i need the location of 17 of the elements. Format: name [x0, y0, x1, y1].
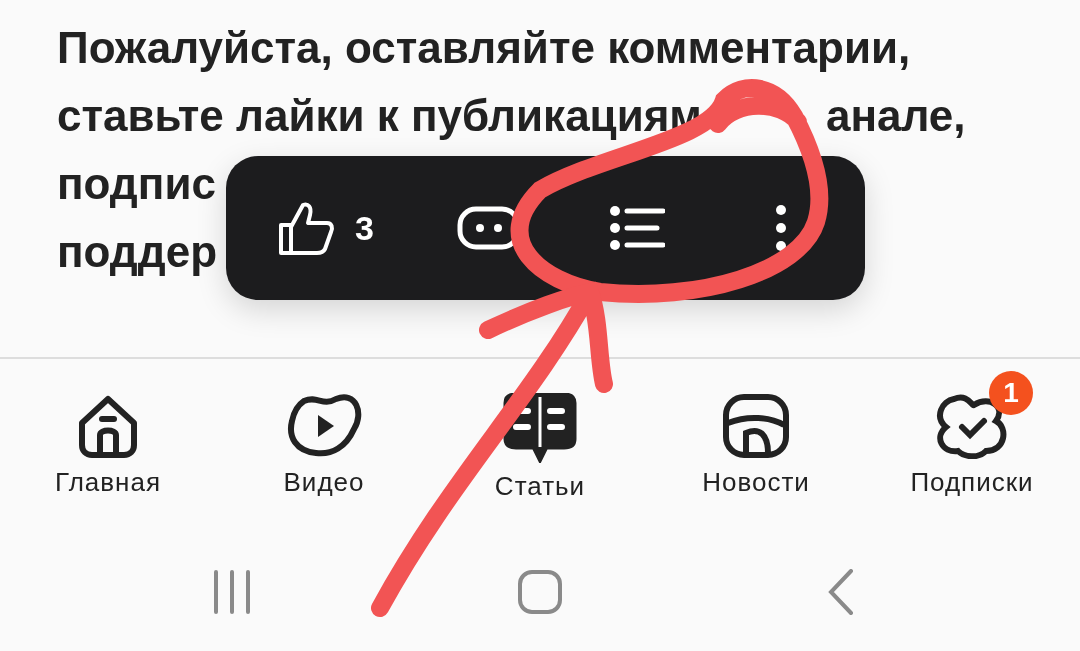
home-icon[interactable] [516, 569, 563, 615]
nav-tab[interactable]: Главная [0, 359, 216, 529]
nav-tab[interactable]: Видео [216, 359, 432, 529]
more-icon[interactable] [773, 203, 788, 253]
article-text: Пожалуйста, оставляйте комментарии, [57, 22, 911, 74]
notification-badge: 1 [989, 371, 1033, 415]
article-text: поддер [57, 226, 218, 278]
article-text: ставьте лайки к публикациям [57, 90, 702, 142]
nav-tab[interactable]: Новости [648, 359, 864, 529]
like-button[interactable]: 3 [275, 197, 374, 259]
recent-apps-icon[interactable] [212, 570, 252, 614]
nav-tab[interactable]: Статьи [432, 359, 648, 529]
list-icon[interactable] [608, 205, 665, 251]
nav-tab[interactable]: Подписки 1 [864, 359, 1080, 529]
back-icon[interactable] [827, 569, 855, 615]
article-text: подпис [57, 158, 216, 210]
article-text: анале, [825, 90, 966, 142]
